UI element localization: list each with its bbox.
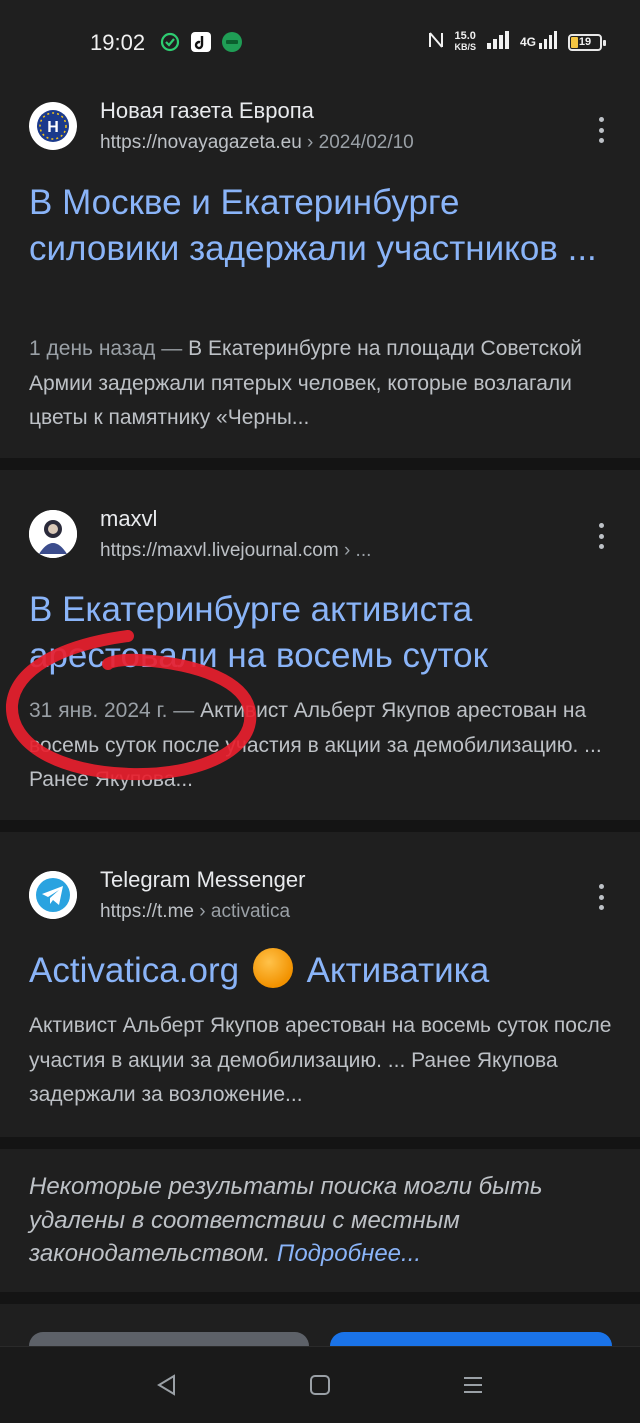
site-url[interactable]: https://novayagazeta.eu › 2024/02/10 [100,132,414,154]
learn-more-link[interactable]: Подробнее... [277,1240,421,1267]
site-url[interactable]: https://t.me › activatica [100,901,290,923]
separator [0,458,640,470]
site-name[interactable]: maxvl [100,506,157,532]
battery-indicator: 19 [568,33,606,51]
search-result: Telegram Messenger https://t.me › activa… [0,832,640,1137]
more-options-icon[interactable] [596,523,606,549]
site-name[interactable]: Новая газета Европа [100,98,314,124]
site-name[interactable]: Telegram Messenger [100,867,305,893]
result-title-link[interactable]: В Екатеринбурге активиста арестовали на … [29,587,619,679]
back-icon[interactable] [153,1371,181,1399]
maxvl-avatar-favicon[interactable] [29,510,77,558]
search-result: H Новая газета Европа https://novayagaze… [0,86,640,458]
signal-icon [486,30,510,54]
separator [0,1292,640,1304]
status-bar: 19:02 15.0 KB/S 4G 19 [0,0,640,86]
separator [0,1137,640,1149]
image-carousel-peek[interactable] [29,1332,309,1346]
more-options-icon[interactable] [596,117,606,143]
check-circle-icon [160,32,180,52]
home-icon[interactable] [306,1371,334,1399]
menu-icon[interactable] [459,1371,487,1399]
blue-button-peek[interactable] [330,1332,612,1346]
novaya-gazeta-favicon[interactable]: H [29,102,77,150]
orange-circle-icon [252,948,293,988]
result-title-link[interactable]: В Москве и Екатеринбурге силовики задерж… [29,180,619,272]
telegram-favicon[interactable] [29,871,77,919]
network-speed: 15.0 KB/S [454,30,476,53]
navigation-bar [0,1346,640,1423]
site-url[interactable]: https://maxvl.livejournal.com › ... [100,540,371,562]
mir-app-icon [222,32,242,52]
network-type: 4G [519,35,536,49]
result-title-link[interactable]: Activatica.org Активатика [29,948,619,994]
search-result: maxvl https://maxvl.livejournal.com › ..… [0,470,640,820]
result-snippet: Активист Альберт Якупов арестован на вос… [29,1014,612,1106]
svg-text:H: H [47,119,59,136]
more-options-icon[interactable] [596,884,606,910]
result-snippet: 31 янв. 2024 г. — Активист Альберт Якупо… [29,699,602,791]
legal-notice: Некоторые результаты поиска могли быть у… [29,1173,543,1267]
separator [0,820,640,832]
music-app-icon [191,32,211,52]
result-snippet: 1 день назад — В Екатеринбурге на площад… [29,337,583,429]
signal-icon-2 [538,30,558,54]
nfc-icon [428,31,444,54]
status-time: 19:02 [90,30,146,55]
